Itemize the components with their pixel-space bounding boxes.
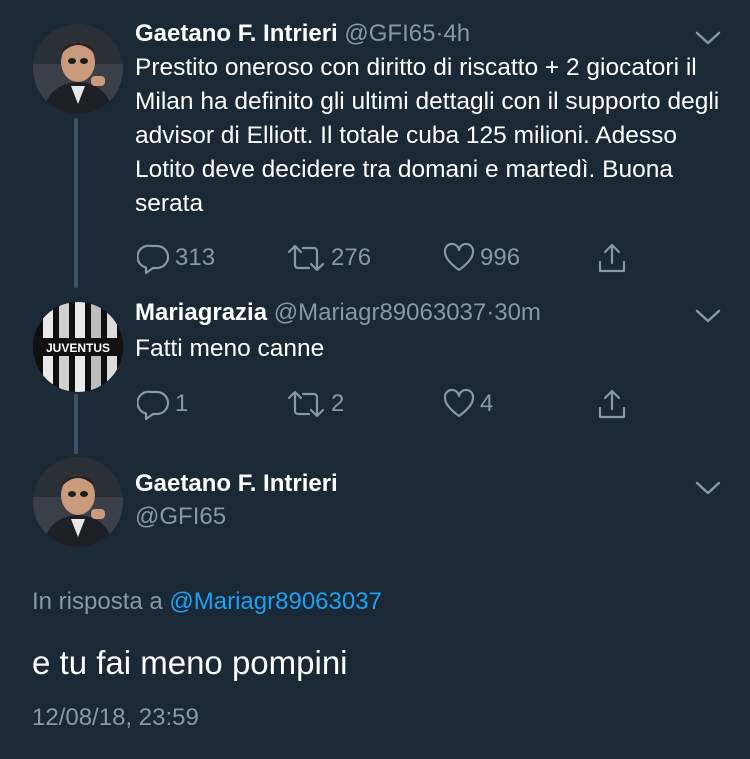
reply-context: In risposta a @Mariagr89063037 xyxy=(32,588,382,616)
retweet-count: 2 xyxy=(331,390,345,417)
retweet-count: 276 xyxy=(331,244,372,271)
tweet-actions: 1 2 4 xyxy=(135,386,635,422)
mention-link[interactable]: @Mariagr89063037 xyxy=(169,588,382,615)
focused-display-name[interactable]: Gaetano F. Intrieri xyxy=(135,469,338,499)
heart-icon xyxy=(443,388,475,418)
user-handle[interactable]: @Mariagr89063037 xyxy=(274,299,487,326)
tweet-time[interactable]: 4h xyxy=(443,20,470,47)
reply-button[interactable]: 1 xyxy=(137,386,188,422)
focused-user-handle[interactable]: @GFI65 xyxy=(135,502,226,532)
tweet-text: Fatti meno canne xyxy=(135,335,325,362)
avatar[interactable] xyxy=(33,24,123,114)
reply-prefix: In risposta a xyxy=(32,588,163,615)
like-button[interactable]: 996 xyxy=(442,240,520,276)
display-name[interactable]: Mariagrazia xyxy=(135,299,267,326)
retweet-button[interactable]: 276 xyxy=(285,240,371,276)
tweet-text: Prestito oneroso con diritto di riscatto… xyxy=(135,54,720,217)
avatar[interactable]: JUVENTUS xyxy=(33,302,123,392)
share-icon xyxy=(598,389,626,419)
display-name[interactable]: Gaetano F. Intrieri xyxy=(135,470,338,497)
retweet-icon xyxy=(287,390,325,418)
tweet-header: Mariagrazia @Mariagr89063037·30m xyxy=(135,298,541,328)
avatar[interactable] xyxy=(33,457,123,547)
like-count: 4 xyxy=(480,390,494,417)
reply-count: 1 xyxy=(175,390,189,417)
display-name[interactable]: Gaetano F. Intrieri xyxy=(135,20,338,47)
avatar-logo-text: JUVENTUS xyxy=(46,341,110,355)
user-handle[interactable]: @GFI65 xyxy=(135,503,226,530)
heart-icon xyxy=(443,242,475,272)
share-button[interactable] xyxy=(595,386,633,422)
chevron-down-icon[interactable] xyxy=(694,306,722,326)
chevron-down-icon[interactable] xyxy=(694,478,722,498)
share-icon xyxy=(598,243,626,273)
share-button[interactable] xyxy=(595,240,633,276)
tweet-actions: 313 276 996 xyxy=(135,240,635,276)
user-handle[interactable]: @GFI65 xyxy=(344,20,435,47)
reply-count: 313 xyxy=(175,244,216,271)
reply-button[interactable]: 313 xyxy=(137,240,215,276)
retweet-icon xyxy=(287,244,325,272)
retweet-button[interactable]: 2 xyxy=(285,386,344,422)
like-button[interactable]: 4 xyxy=(442,386,493,422)
reply-icon xyxy=(137,244,170,275)
tweet-text: e tu fai meno pompini xyxy=(32,644,348,681)
thread-line xyxy=(74,394,78,454)
like-count: 996 xyxy=(480,244,521,271)
tweet-time[interactable]: 30m xyxy=(494,299,541,326)
tweet-timestamp[interactable]: 12/08/18, 23:59 xyxy=(32,704,199,732)
tweet-header: Gaetano F. Intrieri @GFI65·4h xyxy=(135,19,470,49)
chevron-down-icon[interactable] xyxy=(694,28,722,48)
reply-icon xyxy=(137,390,170,421)
thread-line xyxy=(74,118,78,288)
